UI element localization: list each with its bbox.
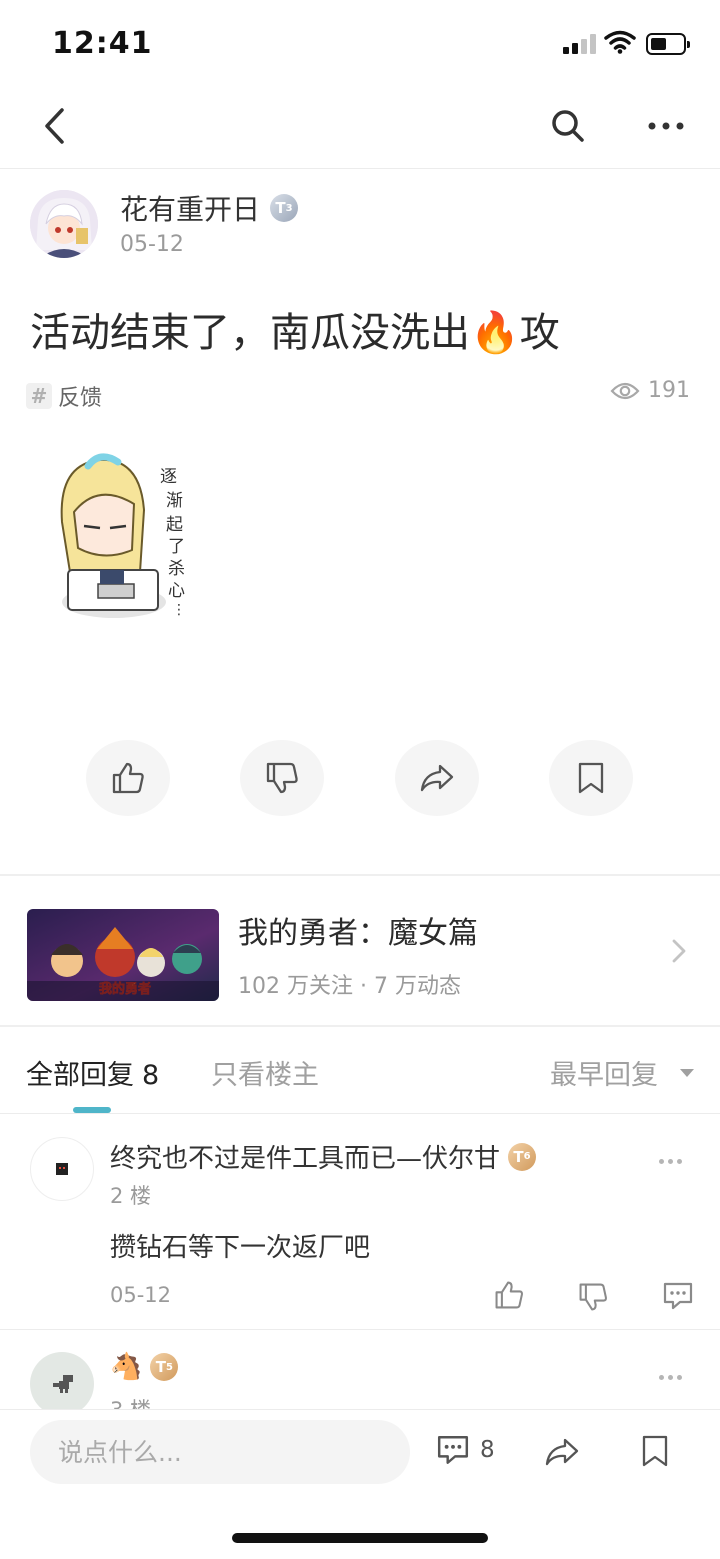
game-meta: 102 万关注 · 7 万动态 (238, 974, 461, 999)
svg-text:杀: 杀 (168, 559, 185, 579)
comment-divider (0, 1329, 720, 1330)
pixel-avatar-image (56, 1163, 68, 1175)
level-badge-icon: T6 (508, 1142, 537, 1171)
svg-text:心: 心 (168, 581, 185, 601)
view-count-value: 191 (648, 378, 690, 403)
wifi-icon (604, 30, 636, 54)
signal-icon (563, 34, 597, 54)
view-count: 191 (610, 378, 690, 403)
comments-button[interactable]: 8 (436, 1434, 495, 1466)
post-sticker-image[interactable]: 逐 渐 起 了 杀 心 ⋮ (48, 452, 196, 624)
share-arrow-icon (420, 764, 454, 792)
svg-text:⋮: ⋮ (172, 602, 186, 618)
comment-more-button[interactable] (659, 1159, 682, 1164)
thumbs-down-icon (266, 762, 298, 794)
game-banner-title: 我的勇者 (99, 981, 151, 997)
caret-down-icon[interactable] (679, 1068, 695, 1078)
sort-dropdown[interactable]: 最早回复 (550, 1053, 658, 1092)
comment-reply-icon[interactable] (662, 1281, 694, 1311)
game-thumbnail[interactable]: 我的勇者 (27, 909, 219, 1001)
tabs-divider (0, 1113, 720, 1114)
bookmark-icon (578, 762, 604, 794)
battery-icon (646, 33, 690, 55)
reply-input[interactable] (30, 1420, 410, 1484)
nav-divider (0, 168, 720, 169)
level-badge-icon: T5 (150, 1353, 179, 1381)
tab-all-count: 8 (142, 1060, 160, 1091)
comment-date: 05-12 (110, 1283, 172, 1307)
comment-dislike-icon[interactable] (577, 1281, 609, 1313)
bottom-bookmark-icon[interactable] (640, 1434, 670, 1468)
more-button[interactable] (642, 102, 690, 150)
comment-more-button[interactable] (659, 1375, 682, 1380)
bottom-share-icon[interactable] (542, 1436, 582, 1468)
post-title: 活动结束了，南瓜没洗出🔥攻 (30, 310, 560, 356)
author-name[interactable]: 花有重开日 (120, 188, 260, 228)
post-date: 05-12 (120, 232, 184, 257)
back-button[interactable] (30, 102, 78, 150)
anime-sticker-image: 逐 渐 起 了 杀 心 ⋮ (60, 453, 186, 618)
comment-floor: 2 楼 (110, 1184, 152, 1208)
author-avatar[interactable] (30, 190, 98, 258)
comment-author-row: 🐴 T5 (110, 1352, 179, 1382)
game-name: 我的勇者：魔女篇 (238, 916, 478, 951)
eye-icon (610, 382, 640, 399)
author-name-row: 花有重开日 T3 (120, 188, 299, 228)
comment-like-icon[interactable] (493, 1279, 525, 1311)
chevron-left-icon (45, 108, 64, 144)
home-indicator (232, 1533, 488, 1543)
share-button[interactable] (395, 740, 479, 816)
bookmark-button[interactable] (549, 740, 633, 816)
comment-author-name[interactable]: 终究也不过是件工具而已—伏尔甘 (110, 1138, 500, 1175)
comment-author-row: 终究也不过是件工具而已—伏尔甘 T6 (110, 1138, 537, 1175)
hash-icon: # (26, 383, 52, 409)
status-time: 12:41 (52, 26, 153, 61)
tab-all-label: 全部回复 (26, 1060, 134, 1091)
game-banner-image: 我的勇者 (27, 909, 219, 1001)
more-dots-icon (648, 122, 684, 130)
comment-avatar[interactable] (30, 1137, 94, 1201)
svg-text:起: 起 (166, 515, 183, 535)
dislike-button[interactable] (240, 740, 324, 816)
tab-owner-only[interactable]: 只看楼主 (211, 1053, 319, 1092)
thumbs-up-icon (112, 762, 144, 794)
svg-text:渐: 渐 (166, 491, 183, 511)
chevron-right-icon (672, 939, 686, 963)
comment-author-name[interactable]: 🐴 (110, 1352, 142, 1382)
comment-icon (437, 1436, 469, 1464)
search-icon (552, 110, 584, 142)
comments-count: 8 (480, 1437, 495, 1463)
topic-tag[interactable]: # 反馈 (26, 380, 102, 412)
dinosaur-avatar-image (53, 1375, 73, 1393)
topic-tag-label: 反馈 (58, 386, 103, 411)
comment-avatar[interactable] (30, 1352, 94, 1416)
section-divider (0, 1025, 720, 1027)
like-button[interactable] (86, 740, 170, 816)
anime-avatar-image (30, 190, 98, 258)
tab-all-replies[interactable]: 全部回复 8 (26, 1053, 159, 1092)
comment-body: 攒钻石等下一次返厂吧 (110, 1233, 371, 1263)
search-button[interactable] (544, 102, 592, 150)
level-badge-icon: T3 (270, 194, 299, 222)
svg-text:逐: 逐 (160, 467, 177, 487)
svg-text:了: 了 (168, 537, 185, 557)
